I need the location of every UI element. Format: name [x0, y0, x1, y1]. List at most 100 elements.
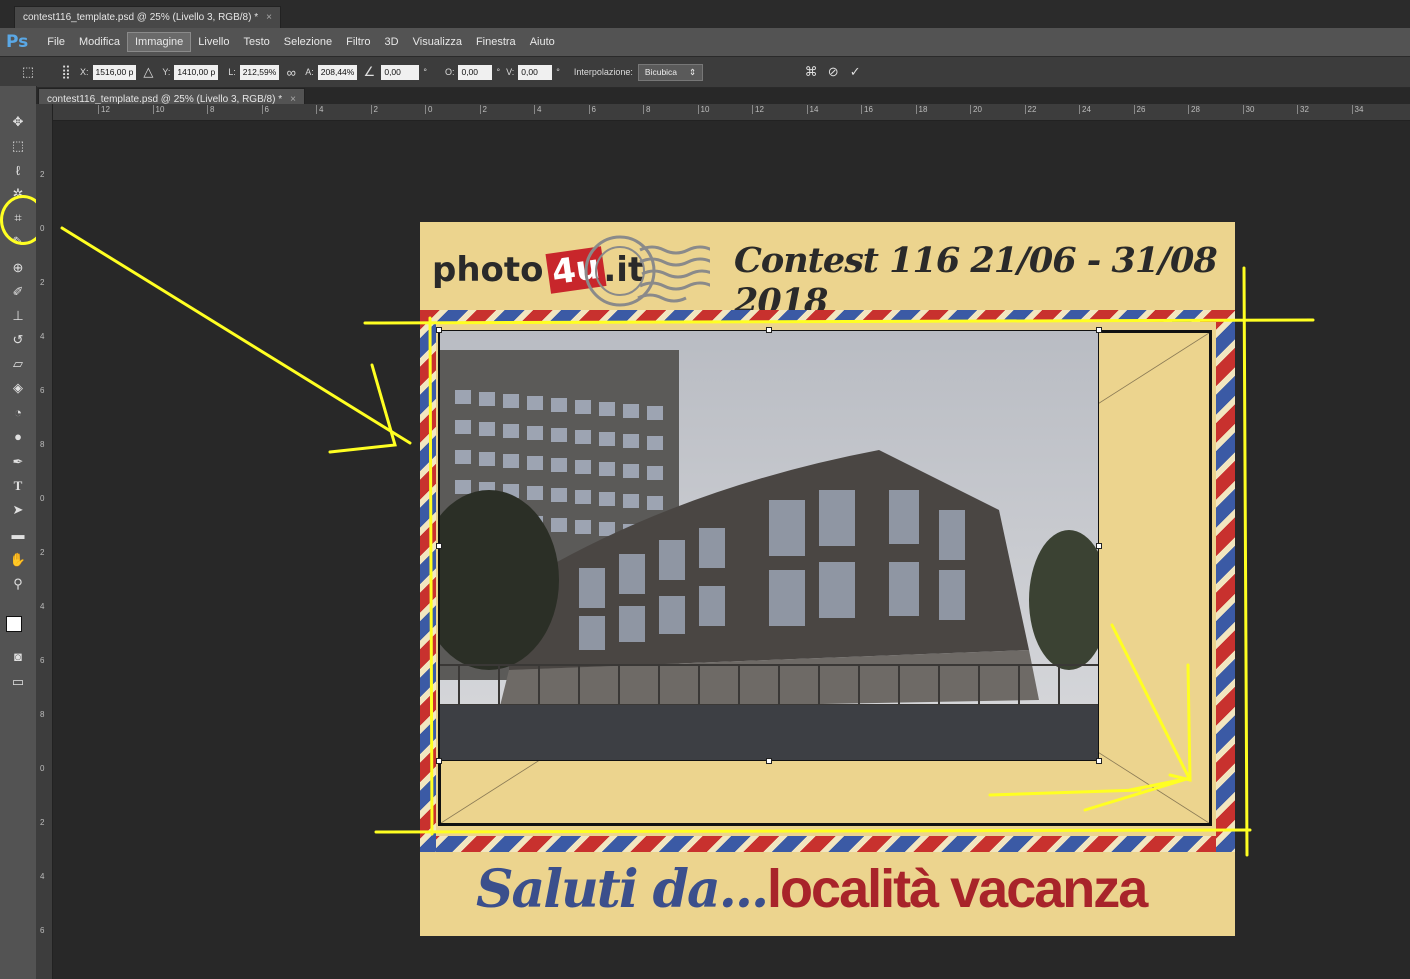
eraser-tool-icon[interactable]: ▱ [6, 354, 30, 374]
chevron-updown-icon: ⇕ [689, 66, 697, 77]
lasso-tool-icon[interactable]: ℓ [6, 160, 30, 180]
vskew-field[interactable]: 0,00 [518, 64, 553, 80]
dodge-tool-icon[interactable]: ● [6, 426, 30, 446]
reference-point-icon[interactable]: ⣿ [58, 64, 74, 80]
marquee-tool-icon[interactable]: ⬚ [6, 136, 30, 156]
paint-bucket-tool-icon[interactable]: ◈ [6, 378, 30, 398]
link-icon[interactable]: ∞ [283, 64, 299, 80]
close-icon[interactable]: × [266, 7, 272, 29]
menu-finestra[interactable]: Finestra [469, 33, 523, 51]
screen-mode-icon[interactable]: ▭ [6, 672, 30, 692]
document-tab[interactable]: contest116_template.psd @ 25% (Livello 3… [14, 6, 281, 28]
menu-immagine[interactable]: Immagine [126, 32, 192, 52]
zoom-tool-icon[interactable]: ⚲ [6, 574, 30, 594]
ruler-tick-label: 0 [40, 764, 45, 773]
transform-bounding-box[interactable] [439, 330, 1099, 761]
rotation-field[interactable]: 0,00 [381, 64, 420, 80]
ruler-tick-label: 12 [98, 105, 110, 114]
ruler-tick-label: 10 [152, 105, 164, 114]
x-field[interactable]: 1516,00 p [92, 64, 137, 80]
relative-position-icon[interactable]: △ [140, 64, 156, 80]
ruler-tick-label: 2 [40, 818, 45, 827]
menu-livello[interactable]: Livello [191, 33, 236, 51]
menu-file[interactable]: File [40, 33, 72, 51]
vertical-ruler: 2 0 2 4 6 8 0 2 4 6 8 0 2 4 6 [36, 104, 53, 979]
menu-visualizza[interactable]: Visualizza [406, 33, 469, 51]
transform-handle-bottom-right[interactable] [1096, 758, 1102, 764]
menu-filtro[interactable]: Filtro [339, 33, 377, 51]
menu-aiuto[interactable]: Aiuto [523, 33, 562, 51]
transform-handle-right[interactable] [1096, 543, 1102, 549]
annotation-guide-right [1242, 266, 1249, 857]
cancel-transform-icon[interactable]: ⊘ [825, 64, 841, 80]
interpolation-select[interactable]: Bicubica ⇕ [637, 63, 704, 81]
width-field[interactable]: 212,59% [239, 64, 280, 80]
foreground-color-swatch[interactable] [6, 616, 22, 632]
greeting-prefix: Saluti da... [476, 859, 769, 920]
greeting-line: Saluti da...località vacanza [476, 858, 1148, 920]
rectangle-tool-icon[interactable]: ▬ [6, 524, 30, 544]
path-selection-tool-icon[interactable]: ➤ [6, 500, 30, 520]
photoshop-logo: Ps [6, 32, 29, 52]
ruler-tick-label: 30 [1242, 105, 1254, 114]
transform-handle-top[interactable] [766, 327, 772, 333]
healing-brush-tool-icon[interactable]: ⊕ [6, 258, 30, 278]
transform-handle-bottom-left[interactable] [436, 758, 442, 764]
horizontal-ruler: 12 10 8 6 4 2 0 2 4 6 8 10 12 14 16 18 20 22 24 26 28 30 32 34 [52, 104, 1410, 121]
menu-3d[interactable]: 3D [378, 33, 406, 51]
height-label: A: [305, 67, 314, 77]
transform-handle-top-left[interactable] [436, 327, 442, 333]
move-tool-icon[interactable]: ✥ [6, 112, 30, 132]
warp-mode-icon[interactable]: ⌘ [803, 64, 819, 80]
transform-handle-top-right[interactable] [1096, 327, 1102, 333]
ruler-tick-label: 2 [40, 170, 45, 179]
ruler-tick-label: 2 [370, 105, 378, 114]
ruler-tick-label: 4 [40, 602, 45, 611]
transform-tool-preset-icon[interactable]: ⬚ [20, 64, 36, 80]
ruler-tick-label: 20 [970, 105, 982, 114]
airmail-border-top [420, 310, 1235, 322]
greeting-place: località vacanza [767, 859, 1148, 919]
rotation-unit: ° [423, 67, 427, 77]
airmail-border-bottom [420, 836, 1235, 852]
hskew-field[interactable]: 0,00 [458, 64, 493, 80]
ruler-tick-label: 8 [40, 440, 45, 449]
ruler-tick-label: 4 [316, 105, 323, 114]
quick-mask-icon[interactable]: ◙ [6, 646, 30, 666]
ruler-tick-label: 26 [1133, 105, 1145, 114]
annotation-arrow-head [328, 363, 397, 454]
ruler-tick-label: 6 [40, 386, 45, 395]
ruler-tick-label: 2 [40, 278, 45, 287]
menu-testo[interactable]: Testo [236, 33, 276, 51]
hand-tool-icon[interactable]: ✋ [6, 550, 30, 570]
blur-tool-icon[interactable]: ◔ [6, 402, 30, 422]
ruler-tick-label: 4 [40, 332, 45, 341]
ruler-tick-label: 4 [534, 105, 541, 114]
clone-stamp-tool-icon[interactable]: ⊥ [6, 306, 30, 326]
ruler-tick-label: 14 [806, 105, 818, 114]
pen-tool-icon[interactable]: ✒ [6, 452, 30, 472]
ruler-tick-label: 0 [40, 224, 45, 233]
ruler-tick-label: 0 [40, 494, 45, 503]
ruler-tick-label: 10 [697, 105, 709, 114]
commit-transform-icon[interactable]: ✓ [847, 64, 863, 80]
interpolation-label: Interpolazione: [573, 67, 633, 77]
transform-handle-left[interactable] [436, 543, 442, 549]
transform-handle-bottom[interactable] [766, 758, 772, 764]
history-brush-tool-icon[interactable]: ↺ [6, 330, 30, 350]
ruler-tick-label: 34 [1351, 105, 1363, 114]
brush-tool-icon[interactable]: ✐ [6, 282, 30, 302]
ruler-tick-label: 32 [1297, 105, 1309, 114]
menu-selezione[interactable]: Selezione [277, 33, 339, 51]
height-field[interactable]: 208,44% [317, 64, 358, 80]
airmail-border-left [420, 310, 436, 852]
document-tab-bar: contest116_template.psd @ 25% (Livello 3… [0, 0, 1410, 28]
y-field[interactable]: 1410,00 p [174, 64, 219, 80]
ruler-tick-label: 12 [752, 105, 764, 114]
document-tab-title: contest116_template.psd @ 25% (Livello 3… [23, 11, 259, 23]
ruler-tick-label: 2 [479, 105, 487, 114]
menu-modifica[interactable]: Modifica [72, 33, 127, 51]
annotation-arrow-line [60, 226, 412, 445]
type-tool-icon[interactable]: T [6, 476, 30, 496]
ruler-tick-label: 8 [40, 710, 45, 719]
